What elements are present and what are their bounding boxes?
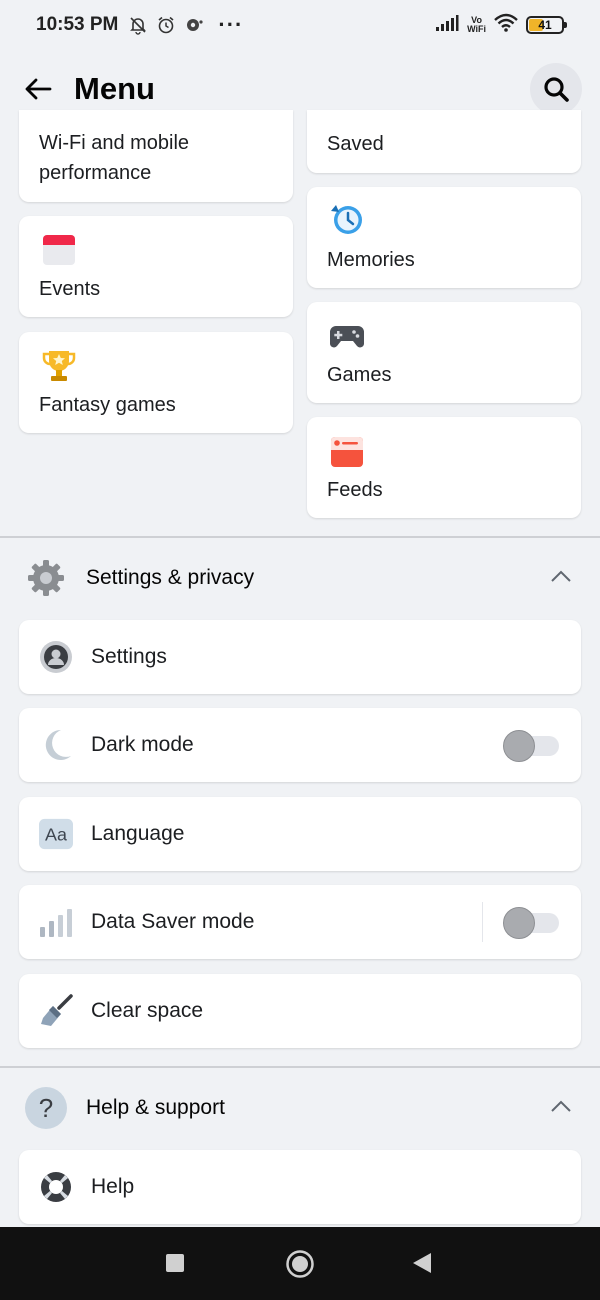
help-row[interactable]: Help xyxy=(19,1150,581,1224)
page-title: Menu xyxy=(74,71,155,106)
settings-row[interactable]: Settings xyxy=(19,620,581,694)
battery-icon: 41 xyxy=(526,16,567,34)
shortcut-fantasy-games[interactable]: Fantasy games xyxy=(19,332,293,433)
search-button[interactable] xyxy=(530,63,582,115)
square-icon xyxy=(166,1254,184,1272)
notification-icon xyxy=(184,15,204,35)
recents-button[interactable] xyxy=(165,1253,185,1273)
shortcut-label: Saved xyxy=(327,133,384,155)
divider xyxy=(0,1066,600,1068)
shortcut-wifi-performance[interactable]: Wi-Fi and mobile performance xyxy=(19,110,293,202)
shortcut-feeds[interactable]: Feeds xyxy=(307,417,581,518)
section-title: Help & support xyxy=(86,1096,225,1119)
question-icon: ? xyxy=(24,1086,68,1130)
shortcut-label: Games xyxy=(327,364,392,386)
shortcut-label: Events xyxy=(39,278,101,300)
search-icon xyxy=(544,77,569,102)
settings-privacy-header[interactable]: Settings & privacy xyxy=(0,543,600,613)
toggle-knob xyxy=(503,730,535,762)
data-saver-toggle[interactable] xyxy=(503,907,561,939)
back-nav-button[interactable] xyxy=(412,1252,432,1274)
broom-icon xyxy=(39,994,73,1028)
triangle-back-icon xyxy=(413,1253,431,1273)
feeds-icon xyxy=(329,433,365,469)
row-label: Help xyxy=(91,1175,135,1198)
help-support-header[interactable]: ? Help & support xyxy=(0,1073,600,1143)
language-row[interactable]: Aa Language xyxy=(19,797,581,871)
status-bar: 10:53 PM ··· Vo WiFi 41 xyxy=(0,0,600,50)
shortcut-label: Feeds xyxy=(327,479,383,501)
signal-icon xyxy=(435,14,459,37)
svg-text:Aa: Aa xyxy=(45,825,67,845)
dark-mode-toggle[interactable] xyxy=(503,730,561,762)
lifebuoy-icon xyxy=(39,1170,73,1204)
moon-icon xyxy=(39,728,73,762)
shortcut-memories[interactable]: Memories xyxy=(307,187,581,288)
clear-space-row[interactable]: Clear space xyxy=(19,974,581,1048)
data-bars-icon xyxy=(39,905,73,939)
shortcut-label: Memories xyxy=(327,249,415,271)
data-saver-row[interactable]: Data Saver mode xyxy=(19,885,581,959)
home-button[interactable] xyxy=(285,1249,315,1279)
shortcut-label: Wi-Fi and mobile performance xyxy=(39,132,190,184)
toggle-knob xyxy=(503,907,535,939)
shortcut-games[interactable]: Games xyxy=(307,302,581,403)
gear-icon xyxy=(24,556,68,600)
row-label: Language xyxy=(91,822,185,845)
gamepad-icon xyxy=(329,318,365,354)
section-title: Settings & privacy xyxy=(86,566,255,589)
status-time: 10:53 PM xyxy=(36,14,119,35)
row-label: Data Saver mode xyxy=(91,910,255,933)
shortcut-label: Fantasy games xyxy=(39,394,176,416)
row-separator xyxy=(482,902,483,942)
chevron-up-icon[interactable] xyxy=(550,569,572,588)
wifi-icon xyxy=(494,13,518,38)
back-button[interactable] xyxy=(20,71,56,107)
back-arrow-icon xyxy=(25,78,52,100)
row-label: Settings xyxy=(91,645,167,668)
language-icon: Aa xyxy=(39,817,73,851)
dark-mode-row[interactable]: Dark mode xyxy=(19,708,581,782)
row-label: Clear space xyxy=(91,999,204,1022)
alarm-icon xyxy=(156,15,176,35)
more-dots-icon: ··· xyxy=(218,12,244,37)
circle-icon xyxy=(286,1250,314,1278)
mute-bell-icon xyxy=(128,15,148,35)
system-nav-bar xyxy=(0,1227,600,1300)
row-label: Dark mode xyxy=(91,733,194,756)
vowifi-icon: Vo WiFi xyxy=(467,15,486,34)
shortcut-saved[interactable]: Saved xyxy=(307,110,581,173)
clock-history-icon xyxy=(329,201,365,237)
chevron-up-icon[interactable] xyxy=(550,1099,572,1118)
battery-level: 41 xyxy=(538,18,552,32)
shortcut-events[interactable]: Events xyxy=(19,216,293,317)
account-icon xyxy=(39,640,73,674)
trophy-icon xyxy=(41,348,77,384)
calendar-icon xyxy=(41,232,77,268)
svg-text:?: ? xyxy=(39,1093,53,1123)
divider xyxy=(0,536,600,538)
